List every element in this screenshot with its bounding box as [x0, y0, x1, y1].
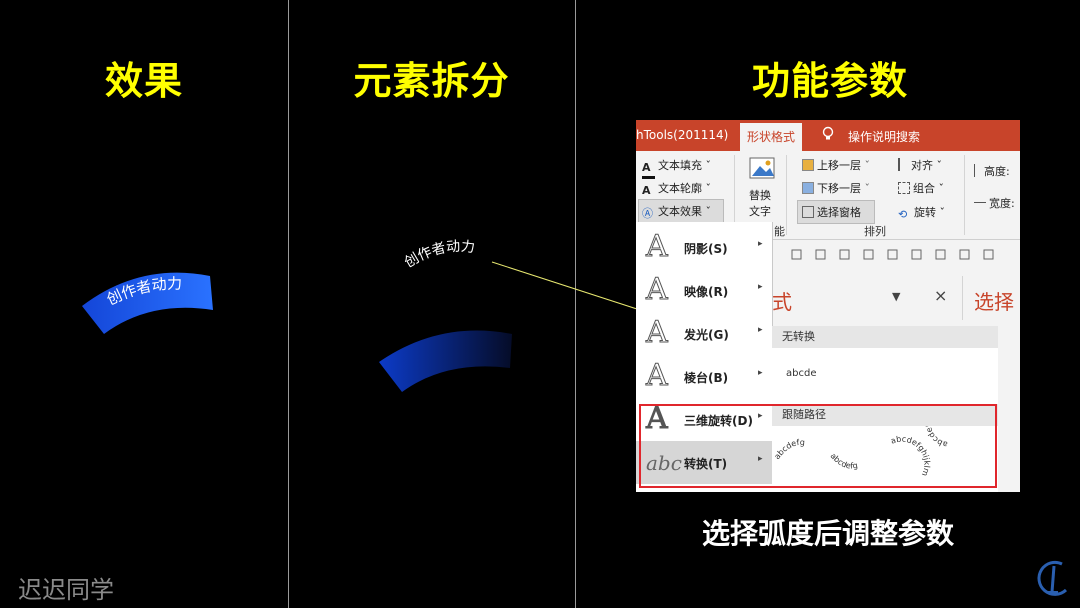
submenu-arrow-icon: ▸ [758, 239, 763, 249]
submenu-arrow-icon: ▸ [758, 325, 763, 335]
tab-tell-me[interactable]: 操作说明搜索 [848, 128, 920, 145]
send-backward-icon [802, 182, 814, 194]
text-outline-label: 文本轮廓 ˇ [658, 182, 711, 195]
group-caption-arrange: 排列 [864, 225, 886, 238]
menu-item-label: 阴影(S) [684, 242, 728, 256]
menu-item-reflection[interactable]: A 映像(R) ▸ [636, 269, 772, 312]
menu-item-bevel[interactable]: A 棱台(B) ▸ [636, 355, 772, 398]
ribbon-tab-bar: hTools(201114) 形状格式 操作说明搜索 [636, 120, 1020, 151]
elements-arc-band [379, 330, 512, 392]
ribbon-separator [786, 155, 787, 235]
connector-line [491, 261, 641, 311]
lightbulb-icon [822, 126, 834, 140]
height-label: 高度: [984, 165, 1010, 178]
align-label: 对齐 ˇ [911, 159, 942, 172]
tab-shape-format[interactable]: 形状格式 [740, 123, 802, 151]
shadow-A-icon: A [646, 229, 669, 265]
selection-pane-title: 选择 [974, 290, 1014, 314]
group-button[interactable]: 组合 ˇ [898, 180, 944, 196]
text-effects-button[interactable]: Ⓐ 文本效果 ˇ [642, 203, 711, 221]
height-field[interactable]: 高度: [974, 163, 1010, 179]
text-fill-label: 文本填充 ˇ [658, 159, 711, 172]
logo-icon [1037, 560, 1068, 596]
ribbon-separator [964, 155, 965, 235]
pane-dropdown-icon[interactable]: ▼ [892, 290, 900, 303]
text-effects-icon: Ⓐ [642, 207, 653, 220]
align-toolbar-row [791, 249, 994, 260]
tab-add-in[interactable]: hTools(201114) [636, 128, 728, 142]
group-caption-accessibility: 能 [774, 225, 785, 238]
highlight-box [639, 404, 997, 488]
no-transform-header: 无转换 [772, 326, 998, 348]
caption: 选择弧度后调整参数 [701, 517, 954, 550]
text-fill-button[interactable]: A 文本填充 ˇ [642, 157, 711, 179]
rotate-icon: ⟲ [898, 208, 908, 221]
pane-separator [962, 276, 963, 320]
bring-forward-icon [802, 159, 814, 171]
width-icon [974, 202, 986, 209]
text-fill-icon: A [642, 162, 655, 179]
bring-forward-label: 上移一层 [817, 159, 861, 172]
rotate-button[interactable]: ⟲ 旋转 ˇ [898, 204, 945, 222]
group-label: 组合 ˇ [913, 182, 944, 195]
group-icon [898, 182, 910, 194]
rotate-label: 旋转 ˇ [914, 206, 945, 219]
pane-close-icon[interactable]: × [934, 286, 947, 305]
alt-text-label-2[interactable]: 文字 [749, 203, 771, 219]
menu-item-label: 发光(G) [684, 328, 729, 342]
width-label: 宽度: [989, 197, 1015, 210]
align-icon [898, 158, 908, 171]
send-backward-label: 下移一层 [817, 182, 861, 195]
glow-A-icon: A [646, 315, 669, 351]
width-field[interactable]: 宽度: [974, 195, 1015, 211]
submenu-arrow-icon: ▸ [758, 282, 763, 292]
menu-item-label: 映像(R) [684, 285, 729, 299]
submenu-arrow-icon: ▸ [758, 368, 763, 378]
menu-item-label: 棱台(B) [684, 371, 729, 385]
send-backward-button[interactable]: 下移一层 ˇ [802, 180, 870, 196]
height-icon [974, 164, 981, 177]
reflection-A-icon: A [646, 272, 669, 308]
ribbon-screenshot: hTools(201114) 形状格式 操作说明搜索 A 文本填充 ˇ A 文本轮廓… [636, 120, 1020, 492]
watermark: 迟迟同学 [18, 576, 114, 604]
menu-item-glow[interactable]: A 发光(G) ▸ [636, 312, 772, 355]
selection-pane-icon [802, 206, 814, 218]
text-effects-label: 文本效果 ˇ [658, 205, 711, 218]
no-transform-sample[interactable]: abcde [786, 368, 816, 379]
alt-text-label-1[interactable]: 替换 [749, 187, 771, 203]
bring-forward-button[interactable]: 上移一层 ˇ [802, 157, 870, 173]
format-pane-title: 式 [772, 290, 792, 314]
alt-text-icon [749, 157, 775, 179]
selection-pane-label: 选择窗格 [817, 206, 861, 219]
elements-floating-text: 创作者动力 [402, 239, 476, 272]
ribbon-side-edge [998, 326, 1020, 492]
selection-pane-button[interactable]: 选择窗格 [802, 204, 861, 220]
align-button[interactable]: 对齐 ˇ [898, 157, 942, 173]
bevel-A-icon: A [646, 358, 669, 394]
menu-item-shadow[interactable]: A 阴影(S) ▸ [636, 226, 772, 269]
